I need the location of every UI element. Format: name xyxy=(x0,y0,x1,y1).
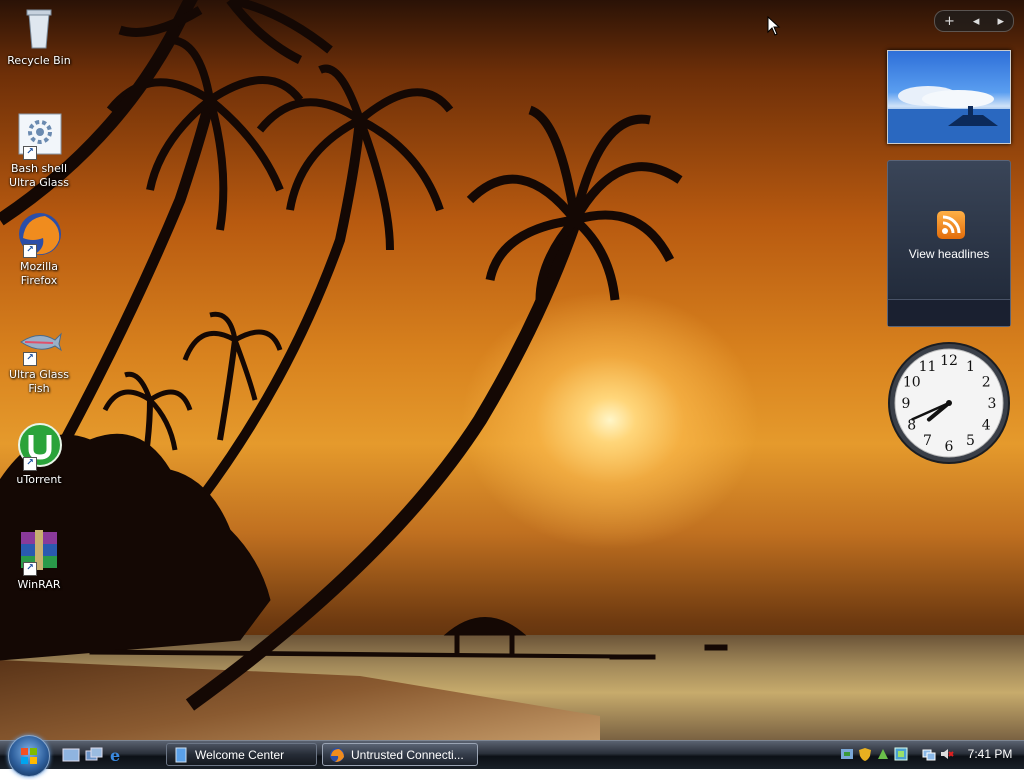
volume-muted-icon[interactable] xyxy=(940,747,954,761)
clock-numeral: 10 xyxy=(903,375,921,391)
desktop-icon-winrar[interactable]: ↗ WinRAR xyxy=(4,528,74,592)
clock-numeral: 11 xyxy=(919,359,937,375)
slideshow-gadget[interactable] xyxy=(887,50,1011,144)
taskbar-button-welcome-center[interactable]: Welcome Center xyxy=(166,743,317,766)
desktop-icon-recycle-bin[interactable]: Recycle Bin xyxy=(4,4,74,68)
tray-app2-icon[interactable] xyxy=(894,747,908,761)
shortcut-arrow-icon: ↗ xyxy=(23,562,37,576)
mouse-cursor-icon xyxy=(767,16,781,36)
palm-tree-silhouettes xyxy=(0,0,728,711)
desktop-icon-label: Mozilla Firefox xyxy=(20,260,58,287)
firefox-icon xyxy=(330,747,344,762)
firefox-icon: ↗ xyxy=(15,210,63,258)
notification-area: 7:41 PM xyxy=(836,743,1024,767)
utorrent-icon: ↗ xyxy=(15,423,63,471)
shortcut-arrow-icon: ↗ xyxy=(23,146,37,160)
tray-app-icon[interactable] xyxy=(876,747,890,761)
desktop-icon-mozilla-firefox[interactable]: ↗ Mozilla Firefox xyxy=(4,210,74,288)
clock-numeral: 12 xyxy=(940,353,958,369)
desktop-icon-bash-shell[interactable]: ↗ Bash shell Ultra Glass xyxy=(4,112,74,190)
taskbar-button-label: Untrusted Connecti... xyxy=(351,747,464,762)
desktop-icon-label: WinRAR xyxy=(17,578,61,591)
next-page-button[interactable]: ▸ xyxy=(997,14,1004,29)
clock-numeral: 3 xyxy=(988,396,997,412)
shortcut-arrow-icon: ↗ xyxy=(23,457,37,471)
recycle-bin-icon xyxy=(15,4,63,52)
winrar-icon: ↗ xyxy=(15,528,63,576)
desktop-icon-ultra-glass-fish[interactable]: ↗ Ultra Glass Fish xyxy=(4,318,74,396)
show-desktop-icon[interactable] xyxy=(62,746,80,764)
fish-icon: ↗ xyxy=(15,318,63,366)
clock-gadget[interactable]: 12 1 2 3 4 5 6 7 8 9 10 11 xyxy=(886,340,1012,466)
shortcut-arrow-icon: ↗ xyxy=(23,244,37,258)
clock-numeral: 1 xyxy=(966,359,975,375)
previous-page-button[interactable]: ◂ xyxy=(973,14,980,29)
clock-numeral: 6 xyxy=(945,439,954,455)
svg-text:e: e xyxy=(110,746,120,764)
desktop-icon-label: Recycle Bin xyxy=(7,54,71,67)
feed-headlines-gadget[interactable]: View headlines xyxy=(887,160,1011,327)
desktop[interactable]: Recycle Bin ↗ Bash shell Ultra Glass ↗ M… xyxy=(0,0,1024,740)
taskbar-clock[interactable]: 7:41 PM xyxy=(962,747,1018,761)
welcome-center-icon xyxy=(175,747,187,762)
desktop-icon-label: Bash shell Ultra Glass xyxy=(9,162,69,189)
taskbar-button-label: Welcome Center xyxy=(195,747,285,762)
view-headlines-link[interactable]: View headlines xyxy=(888,247,1010,261)
shortcut-arrow-icon: ↗ xyxy=(23,352,37,366)
internet-explorer-icon[interactable]: e xyxy=(108,746,126,764)
network-status-icon[interactable] xyxy=(840,747,854,761)
feed-gadget-footer xyxy=(888,299,1010,326)
desktop-icon-utorrent[interactable]: ↗ uTorrent xyxy=(4,423,74,487)
clock-numeral: 2 xyxy=(982,375,991,391)
clock-numeral: 7 xyxy=(923,433,932,449)
taskbar: e Welcome Center Untrusted Connecti... 7… xyxy=(0,735,1024,777)
start-button[interactable] xyxy=(8,735,50,777)
taskbar-button-untrusted-connection[interactable]: Untrusted Connecti... xyxy=(322,743,478,766)
windows-defender-icon[interactable] xyxy=(858,747,872,761)
desktop-icon-label: uTorrent xyxy=(16,473,62,486)
clock-numeral: 5 xyxy=(966,433,975,449)
rss-feed-icon xyxy=(937,211,965,239)
network-icon[interactable] xyxy=(922,747,936,761)
quick-launch-bar: e xyxy=(62,746,126,764)
windows-start-orb xyxy=(21,748,37,764)
clock-numeral: 9 xyxy=(902,396,911,412)
switch-windows-icon[interactable] xyxy=(85,746,103,764)
desktop-icon-label: Ultra Glass Fish xyxy=(9,368,69,395)
clock-numeral: 4 xyxy=(982,418,991,434)
bash-shell-icon: ↗ xyxy=(15,112,63,160)
add-gadget-button[interactable]: + xyxy=(944,14,955,29)
slideshow-picture xyxy=(888,86,1010,143)
sidebar-gadget-controls: + ◂ ▸ xyxy=(934,10,1014,32)
